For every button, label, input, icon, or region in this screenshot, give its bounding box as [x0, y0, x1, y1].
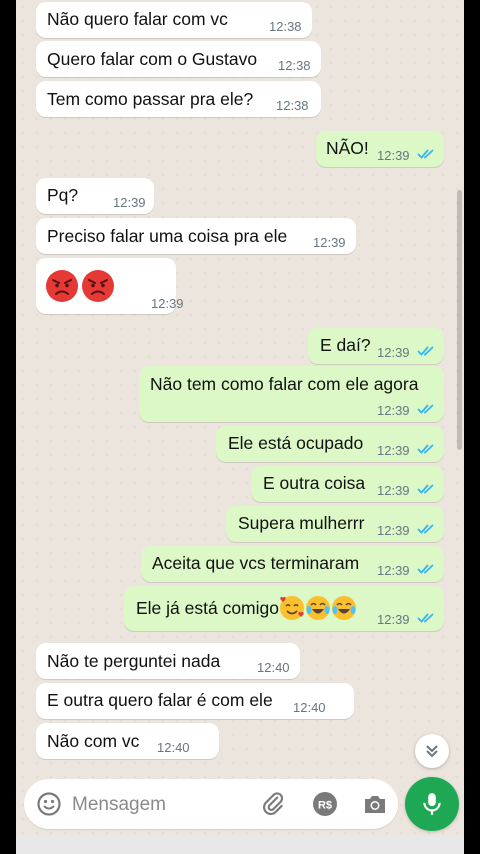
read-ticks-icon — [417, 524, 434, 534]
message-incoming[interactable]: 12:39 — [36, 258, 184, 314]
message-incoming[interactable]: Preciso falar uma coisa pra ele 12:39 — [36, 218, 356, 254]
message-incoming[interactable]: Tem como passar pra ele? 12:38 — [36, 81, 321, 117]
message-time: 12:39 — [377, 148, 410, 163]
message-text: Ele já está comigo — [136, 598, 279, 618]
message-time: 12:38 — [276, 98, 309, 113]
message-list[interactable]: Não quero falar com vc 12:38 Quero falar… — [16, 0, 464, 770]
double-chevron-down-icon — [426, 745, 438, 758]
svg-text:R$: R$ — [318, 800, 332, 812]
message-outgoing[interactable]: Ele está ocupado 12:39 — [216, 426, 444, 462]
message-outgoing[interactable]: Não tem como falar com ele agora 12:39 — [139, 366, 444, 422]
message-incoming[interactable]: Quero falar com o Gustavo 12:38 — [36, 41, 321, 77]
message-text: Não quero falar com vc — [47, 9, 228, 29]
read-ticks-icon — [417, 484, 434, 494]
message-outgoing[interactable]: Aceita que vcs terminaram 12:39 — [141, 546, 444, 582]
smiling-face-with-hearts-icon — [280, 596, 304, 620]
tears-of-joy-face-icon — [332, 596, 356, 620]
payment-icon[interactable]: R$ — [312, 791, 338, 817]
message-outgoing[interactable]: E daí? 12:39 — [308, 328, 444, 364]
attach-icon[interactable] — [260, 791, 286, 817]
message-time: 12:40 — [257, 660, 290, 675]
message-composer: R$ — [24, 779, 398, 829]
message-time: 12:39 — [377, 612, 410, 627]
message-time: 12:39 — [377, 443, 410, 458]
chat-screen: Não quero falar com vc 12:38 Quero falar… — [16, 0, 464, 854]
read-ticks-icon — [417, 404, 434, 414]
message-incoming[interactable]: E outra quero falar é com ele 12:40 — [36, 683, 354, 719]
scrollbar[interactable] — [457, 190, 462, 450]
message-time: 12:40 — [157, 740, 190, 755]
camera-icon[interactable] — [362, 791, 388, 817]
navigation-bar — [16, 836, 464, 854]
message-time: 12:39 — [377, 523, 410, 538]
emoji-icon[interactable] — [36, 791, 62, 817]
message-time: 12:39 — [151, 296, 184, 311]
read-ticks-icon — [417, 564, 434, 574]
message-text: Tem como passar pra ele? — [47, 89, 254, 109]
mic-icon — [423, 793, 441, 815]
message-text: Não te perguntei nada — [47, 651, 221, 671]
message-time: 12:39 — [313, 235, 346, 250]
message-time: 12:39 — [113, 195, 146, 210]
message-time: 12:38 — [278, 58, 311, 73]
message-incoming[interactable]: Não quero falar com vc 12:38 — [36, 2, 312, 38]
read-ticks-icon — [417, 444, 434, 454]
message-text: Não com vc — [47, 731, 140, 751]
message-time: 12:39 — [377, 563, 410, 578]
message-text: E daí? — [320, 335, 371, 355]
message-time: 12:39 — [377, 403, 410, 418]
message-input[interactable] — [70, 788, 244, 822]
message-text: E outra coisa — [263, 473, 366, 493]
scroll-to-bottom-button[interactable] — [415, 734, 449, 768]
message-text: Quero falar com o Gustavo — [47, 49, 258, 69]
message-text: Não tem como falar com ele agora — [150, 374, 419, 394]
message-incoming[interactable]: Pq? 12:39 — [36, 178, 154, 214]
mic-button[interactable] — [405, 777, 459, 831]
message-outgoing[interactable]: NÃO! 12:39 — [316, 131, 444, 167]
message-text: Ele está ocupado — [228, 433, 364, 453]
message-incoming[interactable]: Não com vc 12:40 — [36, 723, 219, 759]
message-time: 12:39 — [377, 345, 410, 360]
angry-face-icon — [46, 270, 78, 302]
angry-face-icon — [82, 270, 114, 302]
message-text: Preciso falar uma coisa pra ele — [47, 226, 288, 246]
tears-of-joy-face-icon — [306, 596, 330, 620]
message-text: NÃO! — [326, 138, 369, 158]
message-text: Supera mulherrr — [238, 513, 365, 533]
read-ticks-icon — [417, 613, 434, 623]
message-time: 12:38 — [269, 19, 302, 34]
message-outgoing[interactable]: Ele já está comigo 12:39 — [124, 586, 444, 631]
message-incoming[interactable]: Não te perguntei nada 12:40 — [36, 643, 300, 679]
message-text: Aceita que vcs terminaram — [152, 553, 360, 573]
message-time: 12:40 — [293, 700, 326, 715]
message-outgoing[interactable]: Supera mulherrr 12:39 — [226, 506, 444, 542]
message-outgoing[interactable]: E outra coisa 12:39 — [251, 466, 444, 502]
message-text: E outra quero falar é com ele — [47, 690, 273, 710]
message-time: 12:39 — [377, 483, 410, 498]
read-ticks-icon — [417, 149, 434, 159]
read-ticks-icon — [417, 346, 434, 356]
message-text: Pq? — [47, 185, 79, 205]
